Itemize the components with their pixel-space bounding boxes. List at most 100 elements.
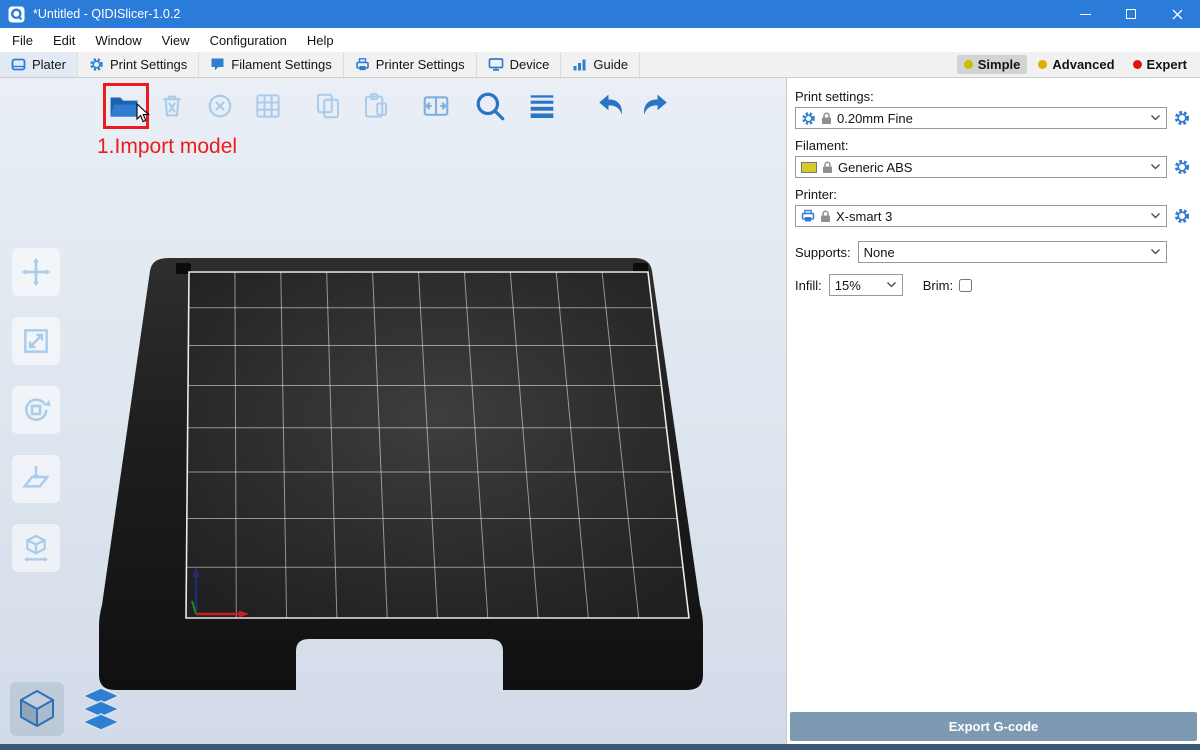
infill-label: Infill:	[795, 278, 822, 293]
settings-panel: Print settings: 0.20mm Fine Filament: Ge…	[786, 78, 1200, 744]
maximize-button[interactable]	[1108, 0, 1154, 28]
paste-icon	[361, 91, 391, 121]
tab-label: Print Settings	[110, 57, 187, 72]
chevron-down-icon	[887, 282, 896, 288]
infill-combo[interactable]: 15%	[829, 274, 903, 296]
mode-label: Simple	[978, 57, 1021, 72]
menu-file[interactable]: File	[2, 28, 43, 52]
measure-icon	[20, 532, 52, 564]
split-icon	[421, 91, 451, 121]
tab-guide[interactable]: Guide	[561, 52, 640, 77]
guide-icon	[572, 57, 587, 72]
print-surface	[186, 272, 689, 618]
printer-combo[interactable]: X-smart 3	[795, 205, 1167, 227]
delete-button[interactable]	[152, 86, 192, 126]
tab-print-settings[interactable]: Print Settings	[78, 52, 199, 77]
copy-icon	[313, 91, 343, 121]
menu-bar: File Edit Window View Configuration Help	[0, 28, 1200, 52]
filament-value: Generic ABS	[838, 160, 912, 175]
filament-gear-button[interactable]	[1172, 157, 1192, 177]
menu-edit[interactable]: Edit	[43, 28, 85, 52]
redo-button[interactable]	[634, 86, 674, 126]
gear-icon	[89, 57, 104, 72]
gear-icon	[801, 111, 816, 126]
filament-label: Filament:	[795, 138, 1192, 153]
print-settings-combo[interactable]: 0.20mm Fine	[795, 107, 1167, 129]
simple-mode-dot-icon	[964, 60, 973, 69]
tab-label: Plater	[32, 57, 66, 72]
printer-label: Printer:	[795, 187, 1192, 202]
printer-value: X-smart 3	[836, 209, 892, 224]
rotate-tool-button[interactable]	[12, 386, 60, 434]
delete-icon	[157, 91, 187, 121]
tab-printer-settings[interactable]: Printer Settings	[344, 52, 477, 77]
title-bar: *Untitled - QIDISlicer-1.0.2	[0, 0, 1200, 28]
gear-icon	[1173, 158, 1191, 176]
tab-label: Filament Settings	[231, 57, 331, 72]
split-button[interactable]	[416, 86, 456, 126]
print-settings-label: Print settings:	[795, 89, 1192, 104]
viewport-3d[interactable]: 1.Import model	[0, 78, 786, 744]
move-tool-button[interactable]	[12, 248, 60, 296]
menu-window[interactable]: Window	[85, 28, 151, 52]
export-gcode-button[interactable]: Export G-code	[790, 712, 1197, 741]
maximize-icon	[1126, 9, 1136, 19]
menu-view[interactable]: View	[152, 28, 200, 52]
gear-icon	[1173, 207, 1191, 225]
mode-simple[interactable]: Simple	[957, 55, 1028, 74]
3d-view-cube-icon	[14, 686, 60, 732]
arrange-button[interactable]	[248, 86, 288, 126]
variable-layer-height-button[interactable]	[522, 86, 562, 126]
measure-tool-button[interactable]	[12, 524, 60, 572]
scale-tool-button[interactable]	[12, 317, 60, 365]
close-button[interactable]	[1154, 0, 1200, 28]
place-on-face-icon	[20, 463, 52, 495]
tab-device[interactable]: Device	[477, 52, 562, 77]
tab-label: Printer Settings	[376, 57, 465, 72]
supports-label: Supports:	[795, 245, 851, 260]
search-icon	[473, 89, 507, 123]
printer-gear-button[interactable]	[1172, 206, 1192, 226]
redo-icon	[637, 89, 671, 123]
search-button[interactable]	[470, 86, 510, 126]
tab-plater[interactable]: Plater	[0, 52, 78, 77]
lock-icon	[822, 161, 833, 174]
brim-checkbox[interactable]	[959, 279, 972, 292]
tab-filament-settings[interactable]: Filament Settings	[199, 52, 343, 77]
undo-button[interactable]	[592, 86, 632, 126]
device-icon	[488, 57, 504, 72]
place-on-face-tool-button[interactable]	[12, 455, 60, 503]
filament-combo[interactable]: Generic ABS	[795, 156, 1167, 178]
chevron-down-icon	[1151, 115, 1160, 121]
mode-advanced[interactable]: Advanced	[1031, 55, 1121, 74]
infill-value: 15%	[835, 278, 861, 293]
supports-value: None	[864, 245, 895, 260]
menu-configuration[interactable]: Configuration	[200, 28, 297, 52]
3d-editor-view-button[interactable]	[10, 682, 64, 736]
bottom-strip	[0, 744, 1200, 750]
layers-icon	[77, 686, 125, 732]
supports-combo[interactable]: None	[858, 241, 1167, 263]
paste-button[interactable]	[356, 86, 396, 126]
expert-mode-dot-icon	[1133, 60, 1142, 69]
menu-help[interactable]: Help	[297, 28, 344, 52]
printer-icon	[801, 209, 815, 223]
minimize-icon	[1080, 14, 1091, 15]
close-icon	[1172, 9, 1183, 20]
lock-icon	[820, 210, 831, 223]
build-plate	[0, 78, 786, 744]
view-switcher	[10, 682, 128, 736]
move-icon	[20, 256, 52, 288]
chevron-down-icon	[1151, 164, 1160, 170]
arrange-icon	[253, 91, 283, 121]
minimize-button[interactable]	[1062, 0, 1108, 28]
mode-expert[interactable]: Expert	[1126, 55, 1194, 74]
advanced-mode-dot-icon	[1038, 60, 1047, 69]
preview-layers-view-button[interactable]	[74, 682, 128, 736]
chevron-down-icon	[1151, 213, 1160, 219]
variable-layer-height-icon	[526, 90, 558, 122]
print-settings-gear-button[interactable]	[1172, 108, 1192, 128]
copy-button[interactable]	[308, 86, 348, 126]
tab-bar: Plater Print Settings Filament Settings …	[0, 52, 1200, 78]
delete-all-button[interactable]	[200, 86, 240, 126]
